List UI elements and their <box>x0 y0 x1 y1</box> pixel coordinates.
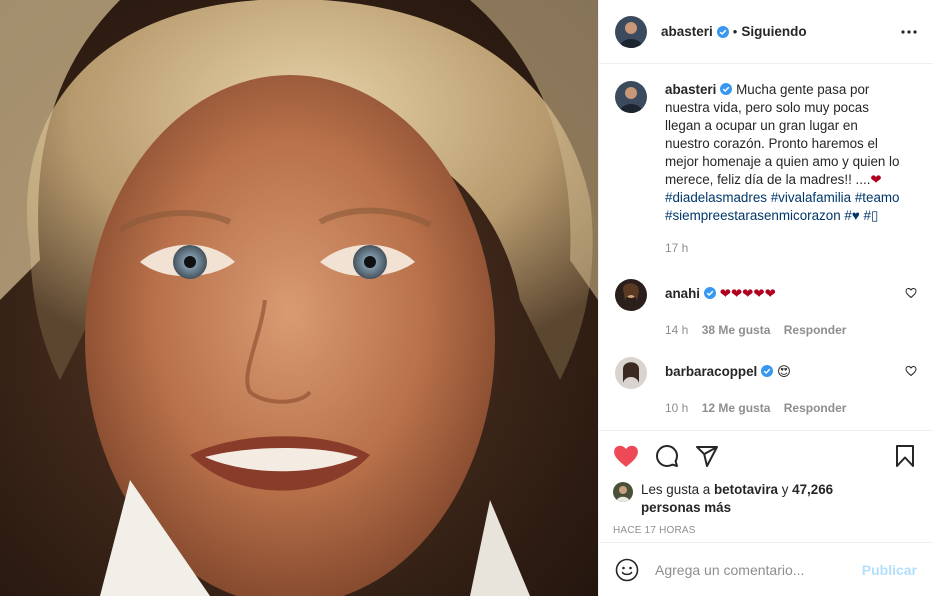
comment-like-icon[interactable] <box>905 287 917 299</box>
comment-meta: 10 h 12 Me gusta Responder <box>665 401 917 415</box>
commenter-username[interactable]: barbaracoppel <box>665 364 757 379</box>
author-username[interactable]: abasteri <box>661 24 713 39</box>
comment-body: ❤❤❤❤❤ <box>719 286 776 301</box>
caption-avatar[interactable] <box>615 81 647 113</box>
bookmark-icon[interactable] <box>893 444 917 468</box>
comment-time[interactable]: 10 h <box>665 401 688 415</box>
likes-text: Les gusta a betotavira y 47,266 personas… <box>641 481 841 517</box>
commenter-avatar[interactable] <box>615 357 647 389</box>
separator-dot: • <box>732 24 738 39</box>
caption-text: abasteri Mucha gente pasa por nuestra vi… <box>665 81 903 257</box>
hashtag[interactable]: #▯ <box>864 208 879 223</box>
hashtag[interactable]: #teamo <box>855 190 900 205</box>
likes-connector: y <box>781 482 789 497</box>
comment-item: anahi ❤❤❤❤❤ 14 h 38 Me gusta Responder <box>615 279 917 337</box>
publish-button[interactable]: Publicar <box>862 562 917 578</box>
paper-plane-icon[interactable] <box>695 444 719 468</box>
verified-badge-icon <box>716 25 729 38</box>
comment-icon[interactable] <box>655 444 679 468</box>
caption-time[interactable]: 17 h <box>665 239 903 257</box>
comment-text: barbaracoppel 😍 <box>665 363 903 389</box>
comment-text: anahi ❤❤❤❤❤ <box>665 285 903 311</box>
hashtag[interactable]: #♥ <box>844 208 859 223</box>
smiley-icon[interactable] <box>615 558 639 582</box>
post-actions: Les gusta a betotavira y 47,266 personas… <box>599 430 933 536</box>
comments-list[interactable]: abasteri Mucha gente pasa por nuestra vi… <box>599 65 933 430</box>
post-header: abasteri • Siguiendo <box>599 0 933 64</box>
hashtag[interactable]: #diadelasmadres <box>665 190 767 205</box>
follow-status-button[interactable]: Siguiendo <box>741 24 806 39</box>
liker-avatar[interactable] <box>613 482 633 502</box>
verified-badge-icon <box>761 365 774 377</box>
caption-heart-emoji: ❤ <box>870 172 882 187</box>
commenter-username[interactable]: anahi <box>665 286 700 301</box>
instagram-post-view: abasteri • Siguiendo abasteri Mucha gent… <box>0 0 933 596</box>
comment-input[interactable] <box>655 561 862 578</box>
comment-likes[interactable]: 12 Me gusta <box>702 401 771 415</box>
heart-filled-icon[interactable] <box>613 444 639 468</box>
add-comment-bar: Publicar <box>599 542 933 596</box>
hashtag[interactable]: #siempreestarasenmicorazon <box>665 208 841 223</box>
verified-badge-icon <box>720 83 733 95</box>
liker-username[interactable]: betotavira <box>714 482 778 497</box>
reply-button[interactable]: Responder <box>784 323 847 337</box>
more-options-icon[interactable] <box>901 29 917 34</box>
caption: abasteri Mucha gente pasa por nuestra vi… <box>615 81 917 257</box>
post-timestamp[interactable]: Hace 17 horas <box>613 525 917 536</box>
comment-like-icon[interactable] <box>905 365 917 377</box>
reply-button[interactable]: Responder <box>784 401 847 415</box>
comment-likes[interactable]: 38 Me gusta <box>702 323 771 337</box>
post-side-panel: abasteri • Siguiendo abasteri Mucha gent… <box>598 0 933 596</box>
commenter-avatar[interactable] <box>615 279 647 311</box>
author-avatar[interactable] <box>615 15 647 48</box>
likes-summary: Les gusta a betotavira y 47,266 personas… <box>613 481 917 517</box>
portrait-image <box>0 0 598 596</box>
caption-body: Mucha gente pasa por nuestra vida, pero … <box>665 82 900 187</box>
post-photo[interactable] <box>0 0 598 596</box>
likes-prefix: Les gusta a <box>641 482 711 497</box>
comment-time[interactable]: 14 h <box>665 323 688 337</box>
comment-body: 😍 <box>777 364 791 379</box>
hashtag[interactable]: #vivalafamilia <box>771 190 851 205</box>
caption-username[interactable]: abasteri <box>665 82 716 97</box>
comment-meta: 14 h 38 Me gusta Responder <box>665 323 917 337</box>
comment-item: barbaracoppel 😍 10 h 12 Me gusta Respond… <box>615 357 917 415</box>
verified-badge-icon <box>703 287 716 299</box>
action-bar <box>613 441 917 471</box>
